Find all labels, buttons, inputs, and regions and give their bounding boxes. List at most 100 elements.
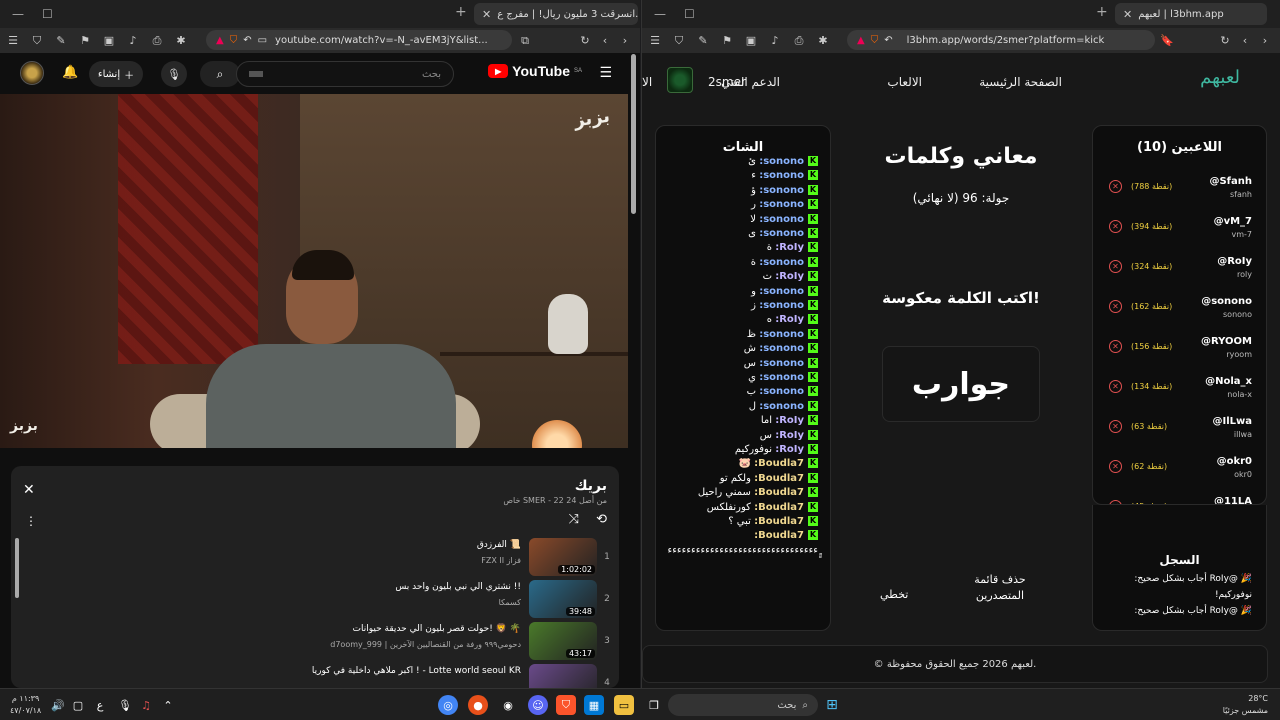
volume-icon[interactable]: 🔊 (48, 695, 68, 715)
forward-icon[interactable]: › (1258, 34, 1272, 47)
playlist-item-title[interactable]: حولت قصر بليون الي حديقة حيوانات! 🦁 🌴 (353, 624, 521, 634)
playlist-item-title[interactable]: اكبر ملاهي داخلية في كوريا ! - Lotte wor… (312, 666, 521, 676)
reload-icon[interactable]: ↻ (578, 34, 592, 47)
store-icon[interactable]: ▦ (584, 695, 604, 715)
chevron-up-icon[interactable]: ⌃ (158, 695, 178, 715)
brave-shield-icon[interactable]: ⛉ (230, 35, 238, 46)
site-logo[interactable]: لعبهم (1200, 67, 1240, 88)
playlist-item[interactable]: 4 اكبر ملاهي داخلية في كوريا ! - Lotte wo… (25, 664, 613, 688)
playlist-item[interactable]: 1 1:02:02 الفرزدق 📜 FZX II فزاز (25, 538, 613, 576)
maximize-icon[interactable]: ☐ (42, 7, 53, 21)
brave-rewards-icon[interactable]: ▲ (857, 35, 865, 46)
extensions-icon[interactable]: ✎ (696, 34, 710, 47)
keyboard-icon[interactable] (249, 71, 263, 77)
youtube-logo[interactable]: ▶ YouTube SA (488, 63, 582, 79)
playlist-item-channel[interactable]: كسمكا (499, 598, 521, 607)
language-indicator[interactable]: ع (90, 695, 110, 715)
remove-player-icon[interactable]: ✕ (1109, 340, 1122, 353)
taskbar-clock[interactable]: ١١:٣٩ م ٤٧/٠٧/١٨ (10, 693, 41, 717)
playlist-item-title[interactable]: نشتري الي نبي بليون واحد بس !! (395, 582, 521, 592)
extensions-icon[interactable]: ✎ (54, 34, 68, 47)
playlist-thumbnail[interactable]: 1:02:02 (529, 538, 597, 576)
search-input[interactable]: بحث (236, 61, 454, 87)
delete-leaderboard-button[interactable]: حذف قائمة المتصدرين (960, 572, 1040, 604)
copy-link-icon[interactable]: ⧉ (518, 34, 532, 48)
playlist-thumbnail[interactable]: 39:48 (529, 580, 597, 618)
minimize-icon[interactable]: — (654, 7, 666, 21)
firefox-icon[interactable]: ● (468, 695, 488, 715)
video-player[interactable]: بزبز بزبز (0, 94, 628, 448)
more-options-icon[interactable]: ⋮ (25, 514, 37, 528)
close-tab-icon[interactable]: ✕ (482, 8, 491, 21)
sidebar-icon[interactable]: ▣ (744, 34, 758, 47)
tab-youtube[interactable]: ✕ انسرقت 3 مليون ريال! | مفرج ع... (474, 3, 638, 25)
taskbar-search[interactable]: بحث ⌕ (668, 694, 818, 716)
remove-player-icon[interactable]: ✕ (1109, 220, 1122, 233)
share-icon[interactable]: ↶ (243, 35, 251, 46)
forward-icon[interactable]: › (618, 34, 632, 47)
bell-icon[interactable]: 🔔 (62, 65, 78, 80)
user-avatar[interactable] (667, 67, 693, 93)
remove-player-icon[interactable]: ✕ (1109, 180, 1122, 193)
playlist-item-channel[interactable]: FZX II فزاز (481, 556, 521, 565)
tab-l3bhm[interactable]: ✕ لعبهم | l3bhm.app (1115, 3, 1267, 25)
playlist-thumbnail[interactable]: 43:17 (529, 622, 597, 660)
playlist-thumbnail[interactable] (529, 664, 597, 688)
new-tab-button[interactable]: + (1096, 4, 1108, 20)
back-icon[interactable]: ‹ (598, 34, 612, 47)
windows-start-icon[interactable]: ⊞ (822, 695, 842, 715)
task-view-icon[interactable]: ❐ (644, 695, 664, 715)
create-button[interactable]: إنشاء ＋ (89, 61, 143, 87)
music-icon[interactable]: ♪ (768, 34, 782, 47)
hamburger-menu-icon[interactable]: ☰ (599, 65, 612, 81)
brave-rewards-icon[interactable]: ▲ (216, 35, 224, 46)
remove-player-icon[interactable]: ✕ (1109, 260, 1122, 273)
notification-icon[interactable]: ▢ (68, 695, 88, 715)
music-icon[interactable]: ♪ (126, 34, 140, 47)
remove-player-icon[interactable]: ✕ (1109, 380, 1122, 393)
brave-icon[interactable]: ⛉ (556, 695, 576, 715)
obs-icon[interactable]: ◉ (498, 695, 518, 715)
file-explorer-icon[interactable]: ▭ (614, 695, 634, 715)
shield-icon[interactable]: ⛉ (672, 34, 686, 48)
discord-icon[interactable]: ☺ (528, 695, 548, 715)
remove-player-icon[interactable]: ✕ (1109, 420, 1122, 433)
nav-games[interactable]: الالعاب (887, 75, 922, 89)
new-tab-button[interactable]: + (455, 4, 467, 20)
sidebar-icon[interactable]: ▣ (102, 34, 116, 47)
playlist-item-channel[interactable]: d7oomy_999 | دحومي٩٩٩ ورفة من القنصاليين… (330, 640, 521, 649)
menu-icon[interactable]: ☰ (648, 34, 662, 47)
repeat-icon[interactable]: ⟲ (596, 512, 607, 527)
nav-user[interactable]: 2smer (708, 75, 746, 89)
close-icon[interactable]: ✕ (23, 482, 35, 498)
minimize-icon[interactable]: — (12, 7, 24, 21)
playlist-item[interactable]: 2 39:48 نشتري الي نبي بليون واحد بس !! كسمك… (25, 580, 613, 618)
playlist-item-title[interactable]: الفرزدق 📜 (477, 540, 521, 550)
remove-player-icon[interactable]: ✕ (1109, 300, 1122, 313)
shield-icon[interactable]: ⛉ (30, 34, 44, 48)
bookmark-icon[interactable]: ⚑ (720, 34, 734, 47)
avatar[interactable] (20, 61, 44, 85)
screenshot-icon[interactable]: ⎙ (792, 34, 806, 48)
search-button[interactable]: ⌕ (200, 61, 240, 87)
left-address-bar[interactable]: ▲ ⛉ ↶ ▭ youtube.com/watch?v=-N_-avEM3jY&… (206, 30, 512, 50)
skip-button[interactable]: تخطي (880, 588, 908, 601)
maximize-icon[interactable]: ☐ (684, 7, 695, 21)
bookmark-page-icon[interactable]: 🔖 (1160, 34, 1174, 47)
close-tab-icon[interactable]: ✕ (1123, 8, 1132, 21)
mic-tray-icon[interactable]: 🎙 (115, 695, 135, 715)
page-info-icon[interactable]: ▭ (258, 35, 267, 46)
nav-home[interactable]: الصفحة الرئيسية (979, 75, 1062, 89)
shuffle-icon[interactable]: ⤨ (569, 512, 579, 527)
puzzle-icon[interactable]: ✱ (816, 34, 830, 47)
right-address-bar[interactable]: ▲ ⛉ ↶ l3bhm.app/words/2smer?platform=kic… (847, 30, 1155, 50)
headset-icon[interactable]: ♫ (136, 695, 156, 715)
remove-player-icon[interactable]: ✕ (1109, 460, 1122, 473)
puzzle-icon[interactable]: ✱ (174, 34, 188, 47)
page-scrollbar[interactable] (631, 54, 636, 214)
reload-icon[interactable]: ↻ (1218, 34, 1232, 47)
weather-widget[interactable]: 28°C مشمس جزئيًا (1223, 693, 1268, 717)
back-icon[interactable]: ‹ (1238, 34, 1252, 47)
nav-partial[interactable]: الا (642, 75, 652, 89)
share-icon[interactable]: ↶ (884, 35, 892, 46)
